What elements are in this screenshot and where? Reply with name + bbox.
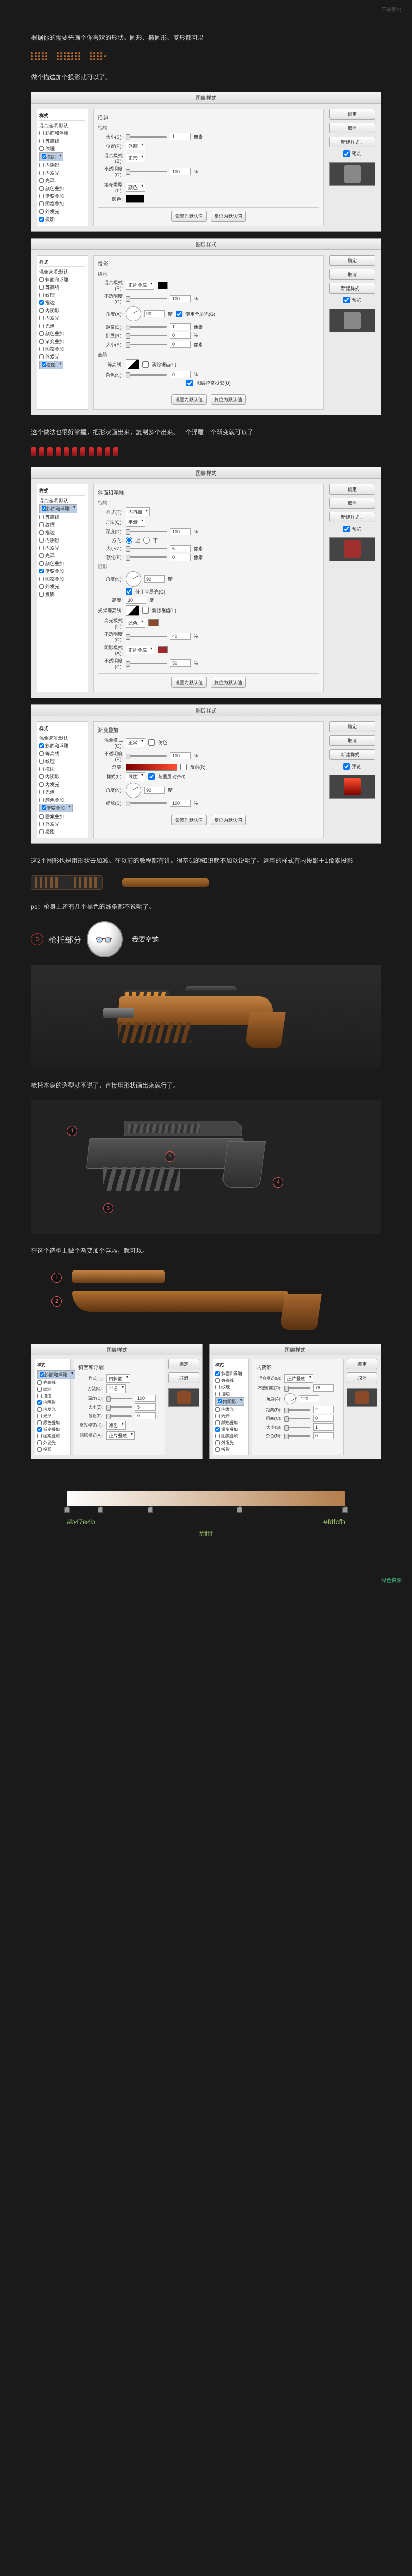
- stroke-pane: 描边 结构 大小(S):1像素 位置(P):外部 混合模式(B):正常 不透明度…: [93, 109, 324, 226]
- gun-render: [31, 965, 381, 1069]
- instruction-3: 这个做法也很好掌握，把形状画出来，复制多个出来。一个浮雕一个渐变就可以了: [31, 428, 381, 437]
- layer-style-dialog-gradient: 图层样式 样式 混合选项:默认 斜面和浮雕 等高线 纹理 描边 内阴影 内发光 …: [31, 704, 381, 844]
- layer-style-dialog-shadow: 图层样式 样式 混合选项:默认 斜面和浮雕 等高线 纹理 描边 内阴影 内发光 …: [31, 238, 381, 415]
- step-number-3: 3: [31, 933, 43, 945]
- callout-2: 2: [165, 1151, 175, 1162]
- gradient-editor[interactable]: #b47e4b #fdfcfb #fffff: [67, 1491, 345, 1537]
- gun-schematic: 1 2 3 4: [31, 1100, 381, 1234]
- color-swatch[interactable]: [126, 195, 144, 203]
- reset-default-button[interactable]: 复位为默认值: [211, 211, 246, 222]
- step-3-label: 枪托部分: [48, 933, 81, 945]
- watermark-top: 三联素材: [381, 5, 402, 13]
- dialog-title: 图层样式: [31, 92, 381, 104]
- instruction-1: 根据你的需要先画个你喜欢的形状。圆形、椭圆形、菱形都可以: [31, 33, 381, 43]
- speech-bubble: 我要空饷: [132, 934, 159, 944]
- layer-style-dialog-inner-small: 图层样式 样式 斜面和浮雕 等高线 纹理 描边 内阴影 内发光 光泽 颜色叠加 …: [209, 1344, 381, 1459]
- callout-1: 1: [67, 1126, 77, 1136]
- style-list[interactable]: 样式 混合选项:默认 斜面和浮雕 等高线 纹理 描边 内阴影 内发光 光泽 颜色…: [37, 109, 88, 226]
- layer-style-dialog-bevel-small: 图层样式 样式 斜面和浮雕 等高线 纹理 描边 内阴影 内发光 光泽 颜色叠加 …: [31, 1344, 203, 1459]
- instruction-7: 枪托本身的造型就不说了，直接用形状画出来就行了。: [31, 1081, 381, 1091]
- instruction-2: 做个描边加个投影就可以了。: [31, 73, 381, 82]
- hex-left: #b47e4b: [67, 1518, 95, 1526]
- decor-samples: [31, 875, 381, 890]
- callout-3: 3: [103, 1203, 113, 1213]
- ps-note: ps：枪身上还有几个黑色的线条都不说明了。: [31, 902, 381, 912]
- hex-mid: #fffff: [67, 1529, 345, 1537]
- instruction-8: 在这个造型上做个渐变加个浮雕，就可以。: [31, 1246, 381, 1256]
- new-style-button[interactable]: 新建样式...: [329, 137, 375, 147]
- layer-style-dialog-stroke: 图层样式 样式 混合选项:默认 斜面和浮雕 等高线 纹理 描边 内阴影 内发光 …: [31, 92, 381, 232]
- red-pegs-sample: [31, 447, 381, 456]
- instruction-4: 这2个图形也是用形状去加减。在以前的教程都有讲，很基础的知识就不加以说明了。运用…: [31, 856, 381, 866]
- cancel-button[interactable]: 取消: [329, 123, 375, 133]
- callout-4: 4: [273, 1177, 283, 1188]
- pieces-breakdown: 1 2: [31, 1265, 381, 1332]
- dots-sample: [31, 52, 381, 60]
- avatar-icon: [87, 921, 123, 957]
- watermark-bottom: 绿色资源: [381, 1576, 402, 1584]
- layer-style-dialog-bevel: 图层样式 样式 混合选项:默认 斜面和浮雕 等高线 纹理 描边 内阴影 内发光 …: [31, 467, 381, 698]
- ok-button[interactable]: 确定: [329, 109, 375, 120]
- set-default-button[interactable]: 设置为默认值: [171, 211, 207, 222]
- hex-right: #fdfcfb: [323, 1518, 345, 1526]
